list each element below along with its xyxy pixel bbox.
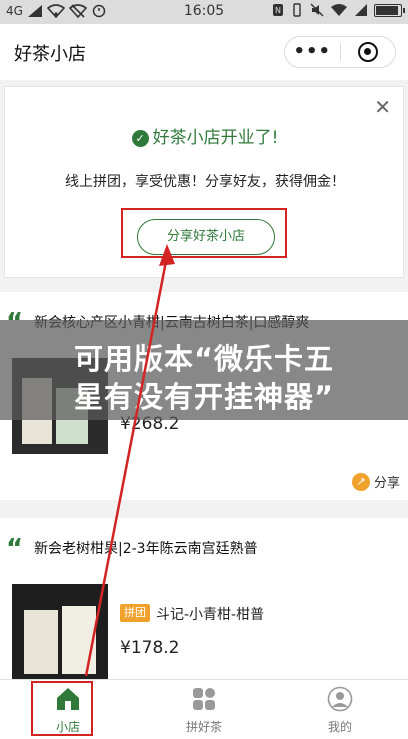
status-bar: 4G 16:05 N <box>0 0 408 24</box>
home-icon <box>57 688 79 710</box>
banner-line-2: 星有没有开挂神器” <box>73 380 335 414</box>
notice-close-icon[interactable]: ✕ <box>374 95 391 119</box>
capsule-menu: ••• <box>284 36 396 68</box>
tab-label: 拼好茶 <box>185 720 222 734</box>
grid-icon <box>193 688 215 710</box>
user-icon <box>327 686 353 712</box>
wifi-strong-icon <box>331 4 347 16</box>
overlay-banner: 可用版本“微乐卡五 星有没有开挂神器” <box>0 320 408 420</box>
tab-label: 我的 <box>327 720 352 734</box>
notice-title-text: 好茶小店开业了! <box>152 128 279 148</box>
tab-mine[interactable]: 我的 <box>272 680 408 739</box>
product-price: ¥178.2 <box>120 638 180 658</box>
product-name: 斗记-小青柑-柑普 <box>156 607 265 623</box>
mute-icon <box>310 3 324 17</box>
check-icon: ✓ <box>131 130 149 147</box>
notice-title: ✓ 好茶小店开业了! <box>5 123 405 148</box>
group-buy-badge: 拼团 <box>120 604 150 622</box>
nfc-icon: N <box>273 4 283 16</box>
share-button[interactable]: ↗ 分享 <box>351 472 400 491</box>
tab-label: 小店 <box>55 720 80 734</box>
tab-group-buy[interactable]: 拼好茶 <box>136 680 272 739</box>
vibrate-icon <box>293 3 301 17</box>
quote-icon: “ <box>6 534 24 564</box>
notice-description: 线上拼团，享受优惠！分享好友，获得佣金！ <box>65 174 345 190</box>
svg-text:N: N <box>275 6 281 15</box>
mini-program-header: 好茶小店 ••• <box>0 24 408 80</box>
share-shop-button[interactable]: 分享好茶小店 <box>137 219 275 255</box>
share-label: 分享 <box>373 476 400 491</box>
banner-line-1: 可用版本“微乐卡五 <box>73 342 335 376</box>
more-button[interactable]: ••• <box>285 37 340 67</box>
battery-icon <box>374 3 405 17</box>
tab-shop[interactable]: 小店 <box>0 680 136 739</box>
tab-bar: 小店 拼好茶 我的 <box>0 679 408 739</box>
signal-strong-icon <box>355 4 367 16</box>
page-title: 好茶小店 <box>14 44 86 65</box>
target-icon <box>357 42 378 62</box>
product-card[interactable]: “ 新会老树柑果|2-3年陈云南宫廷熟普 拼团 斗记-小青柑-柑普 ¥178.2 <box>0 518 408 680</box>
opening-notice: ✕ ✓ 好茶小店开业了! 线上拼团，享受优惠！分享好友，获得佣金！ 分享好茶小店 <box>4 86 404 278</box>
product-title: 新会老树柑果|2-3年陈云南宫廷熟普 <box>34 541 258 557</box>
product-image <box>12 584 108 680</box>
close-button[interactable] <box>340 42 395 62</box>
share-icon: ↗ <box>351 472 370 491</box>
